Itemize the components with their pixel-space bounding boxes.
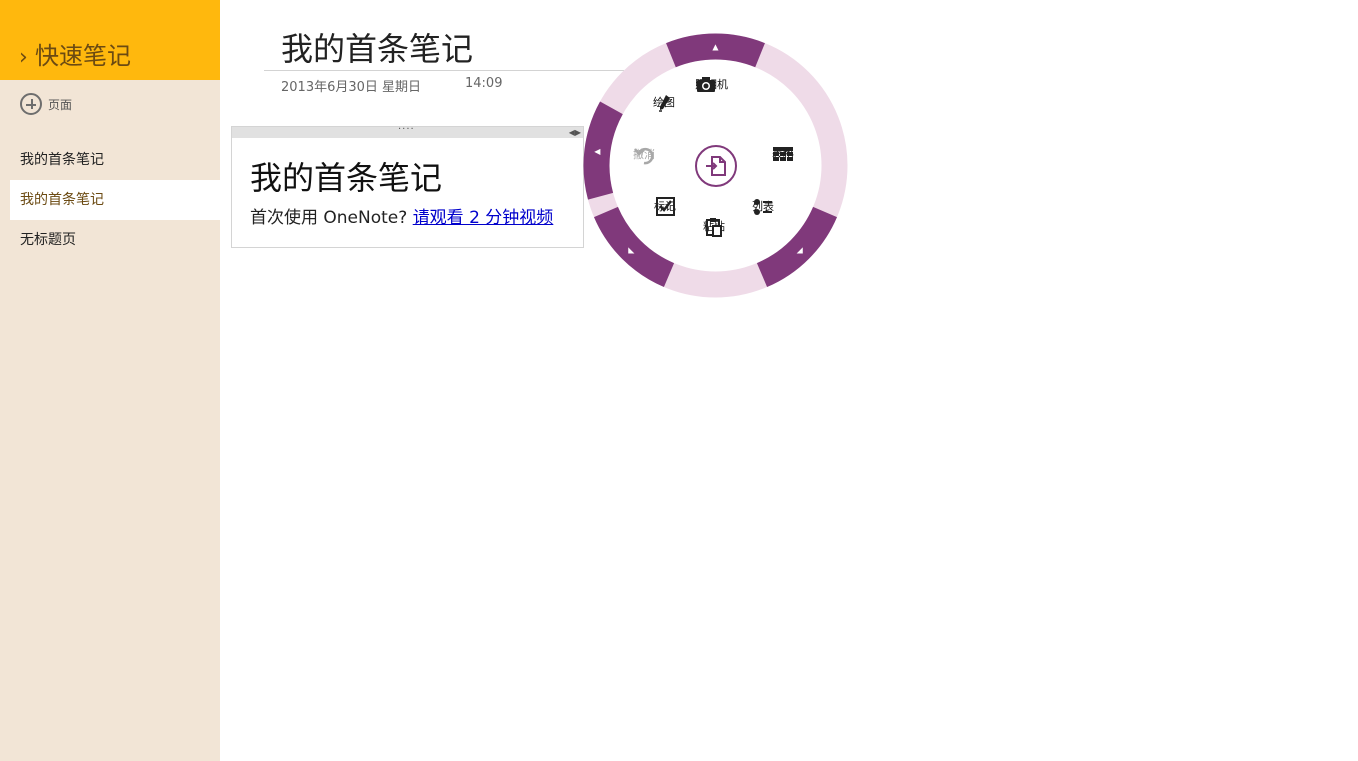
tag-button[interactable]: 标记 [654, 197, 676, 216]
camera-button[interactable]: 照相机 [695, 75, 728, 92]
add-icon [20, 93, 42, 115]
page-item[interactable]: 我的首条笔记 [10, 140, 220, 180]
ring-segment-left-bottom-arrow-icon: ◣ [628, 246, 635, 255]
chevron-right-icon: › [19, 45, 28, 70]
undo-button[interactable]: 撤消 [633, 145, 655, 165]
page-list: 我的首条笔记 我的首条笔记 无标题页 [10, 140, 220, 260]
note-body-text: 首次使用 OneNote? [250, 208, 413, 228]
page-title[interactable]: 我的首条笔记 [281, 24, 473, 70]
page-item-selected[interactable]: 我的首条笔记 [10, 180, 220, 220]
title-divider [264, 70, 624, 71]
page-item[interactable]: 无标题页 [10, 220, 220, 260]
clipboard-icon [706, 218, 722, 237]
section-title[interactable]: › 快速笔记 [19, 36, 131, 71]
ring-segment-right-bottom-arrow-icon: ◢ [797, 246, 804, 255]
back-button[interactable] [695, 145, 737, 187]
ring-segment-left-arrow-icon: ◀ [594, 147, 601, 156]
resize-icon[interactable]: ◀▶ [569, 127, 581, 138]
grip-icon: ···· [398, 124, 415, 135]
list-icon [754, 199, 772, 215]
table-button[interactable]: 表格 [772, 145, 794, 162]
list-button[interactable]: 列表 [752, 197, 774, 215]
radial-menu: ▲ ◢ ◣ ◀ 照相机 绘图 撤消 [583, 33, 848, 298]
insert-page-icon [706, 156, 726, 176]
video-link[interactable]: 请观看 2 分钟视频 [413, 208, 554, 228]
note-heading[interactable]: 我的首条笔记 [250, 153, 442, 199]
table-icon [773, 147, 793, 161]
pen-icon [659, 95, 670, 112]
page-date: 2013年6月30日 星期日 [281, 80, 422, 95]
section-header[interactable]: › 快速笔记 [0, 0, 220, 80]
note-container[interactable]: ···· ◀▶ 我的首条笔记 首次使用 OneNote? 请观看 2 分钟视频 [231, 124, 584, 248]
camera-icon [697, 77, 715, 92]
note-body[interactable]: 首次使用 OneNote? 请观看 2 分钟视频 [250, 203, 553, 228]
undo-icon [634, 147, 654, 165]
add-page-label: 页面 [48, 97, 73, 112]
ring-segment-top-arrow-icon: ▲ [712, 43, 719, 52]
draw-button[interactable]: 绘图 [653, 93, 675, 112]
paste-button[interactable]: 粘贴 [703, 217, 725, 237]
page-time: 14:09 [465, 76, 503, 91]
add-page-button[interactable]: 页面 [20, 92, 72, 116]
sidebar: › 快速笔记 页面 我的首条笔记 我的首条笔记 无标题页 [0, 0, 220, 761]
note-drag-handle[interactable]: ···· ◀▶ [232, 124, 583, 138]
section-title-label: 快速笔记 [35, 42, 131, 70]
checkbox-icon [656, 197, 675, 216]
